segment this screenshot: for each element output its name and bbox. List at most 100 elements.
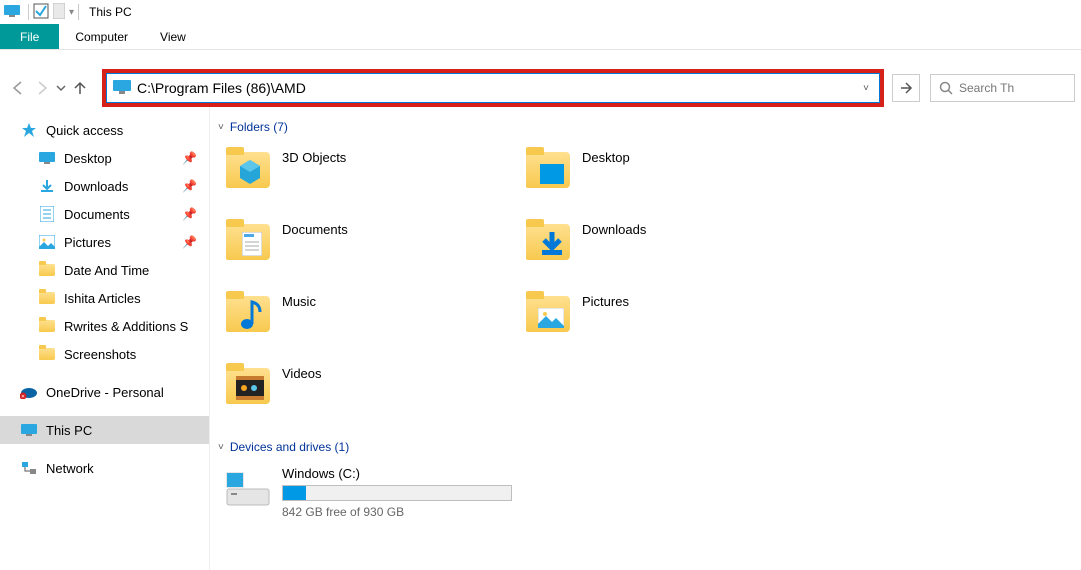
sidebar-item-date-and-time[interactable]: Date And Time: [0, 256, 209, 284]
sidebar-item-label: This PC: [46, 423, 92, 438]
folder-item-pictures[interactable]: Pictures: [518, 286, 818, 358]
content-pane: ˅ Folders (7) 3D Objects Desktop Documen…: [210, 106, 1081, 570]
drive-usage-fill: [283, 486, 306, 500]
sidebar-item-screenshots[interactable]: Screenshots: [0, 340, 209, 368]
address-input[interactable]: [137, 78, 853, 98]
folder-icon: [38, 317, 56, 335]
separator: [78, 4, 79, 20]
sidebar-item-documents[interactable]: Documents 📌: [0, 200, 209, 228]
downloads-folder-icon: [524, 218, 572, 266]
address-bar-highlight: ˅: [102, 69, 884, 107]
sidebar-item-downloads[interactable]: Downloads 📌: [0, 172, 209, 200]
sidebar-item-desktop[interactable]: Desktop 📌: [0, 144, 209, 172]
separator: [28, 4, 29, 20]
pin-icon: 📌: [182, 235, 197, 249]
folder-label: 3D Objects: [282, 146, 346, 165]
group-header-folders[interactable]: ˅ Folders (7): [218, 120, 1073, 134]
pc-icon: [20, 421, 38, 439]
onedrive-icon: ✕: [20, 383, 38, 401]
search-box[interactable]: Search Th: [930, 74, 1075, 102]
drive-icon: [224, 466, 272, 514]
sidebar-item-ishita-articles[interactable]: Ishita Articles: [0, 284, 209, 312]
desktop-folder-icon: [524, 146, 572, 194]
sidebar-item-label: OneDrive - Personal: [46, 385, 164, 400]
folder-icon: [38, 289, 56, 307]
sidebar-item-label: Quick access: [46, 123, 123, 138]
3d-objects-icon: [224, 146, 272, 194]
forward-button[interactable]: [30, 76, 54, 100]
sidebar-item-onedrive[interactable]: ✕ OneDrive - Personal: [0, 378, 209, 406]
main-area: Quick access Desktop 📌 Downloads 📌 Docum…: [0, 106, 1081, 570]
pictures-folder-icon: [524, 290, 572, 338]
group-header-label: Folders (7): [230, 120, 288, 134]
pin-icon: 📌: [182, 179, 197, 193]
group-header-drives[interactable]: ˅ Devices and drives (1): [218, 440, 1073, 454]
folder-label: Downloads: [582, 218, 646, 237]
sidebar-item-pictures[interactable]: Pictures 📌: [0, 228, 209, 256]
folder-item-documents[interactable]: Documents: [218, 214, 518, 286]
qat-checkbox-icon[interactable]: [33, 3, 49, 22]
pin-icon: 📌: [182, 151, 197, 165]
sidebar-item-label: Pictures: [64, 235, 111, 250]
folder-label: Documents: [282, 218, 348, 237]
star-icon: [20, 121, 38, 139]
go-button[interactable]: [892, 74, 920, 102]
folder-item-3d-objects[interactable]: 3D Objects: [218, 142, 518, 214]
chevron-down-icon: ˅: [218, 122, 224, 133]
back-button[interactable]: [6, 76, 30, 100]
titlebar: ▾ This PC: [0, 0, 1081, 24]
folders-grid: 3D Objects Desktop Documents Downloads M…: [218, 142, 1073, 430]
sidebar-item-label: Ishita Articles: [64, 291, 141, 306]
folder-item-downloads[interactable]: Downloads: [518, 214, 818, 286]
window-title: This PC: [89, 5, 132, 19]
desktop-icon: [38, 149, 56, 167]
qat-doc-icon[interactable]: [53, 3, 65, 22]
address-dropdown-icon[interactable]: ˅: [853, 83, 879, 94]
folder-item-music[interactable]: Music: [218, 286, 518, 358]
pc-icon: [113, 80, 131, 97]
sidebar-item-this-pc[interactable]: This PC: [0, 416, 209, 444]
sidebar-item-quick-access[interactable]: Quick access: [0, 116, 209, 144]
group-header-label: Devices and drives (1): [230, 440, 349, 454]
folder-item-videos[interactable]: Videos: [218, 358, 518, 430]
drive-item-windows-c[interactable]: Windows (C:) 842 GB free of 930 GB: [218, 462, 518, 523]
recent-locations-button[interactable]: [54, 76, 68, 100]
sidebar-item-rwrites[interactable]: Rwrites & Additions S: [0, 312, 209, 340]
folder-item-desktop[interactable]: Desktop: [518, 142, 818, 214]
navigation-bar: ˅ Search Th: [0, 70, 1081, 106]
pictures-icon: [38, 233, 56, 251]
svg-text:✕: ✕: [21, 394, 25, 399]
address-bar[interactable]: ˅: [106, 73, 880, 103]
folder-icon: [38, 345, 56, 363]
tab-file[interactable]: File: [0, 24, 59, 49]
drive-info: Windows (C:) 842 GB free of 930 GB: [282, 466, 512, 519]
folder-label: Pictures: [582, 290, 629, 309]
music-folder-icon: [224, 290, 272, 338]
documents-icon: [38, 205, 56, 223]
qat-dropdown-icon[interactable]: ▾: [69, 7, 74, 18]
network-icon: [20, 459, 38, 477]
navigation-pane: Quick access Desktop 📌 Downloads 📌 Docum…: [0, 106, 210, 570]
sidebar-item-label: Screenshots: [64, 347, 136, 362]
downloads-icon: [38, 177, 56, 195]
pc-icon: [4, 5, 20, 20]
sidebar-item-label: Date And Time: [64, 263, 149, 278]
sidebar-item-label: Documents: [64, 207, 130, 222]
folder-label: Videos: [282, 362, 322, 381]
drive-usage-bar: [282, 485, 512, 501]
ribbon-tabs: File Computer View: [0, 24, 1081, 50]
sidebar-item-label: Rwrites & Additions S: [64, 319, 188, 334]
up-button[interactable]: [68, 76, 92, 100]
tab-view[interactable]: View: [144, 24, 202, 49]
drive-name: Windows (C:): [282, 466, 512, 481]
tab-computer[interactable]: Computer: [59, 24, 144, 49]
folder-icon: [38, 261, 56, 279]
documents-folder-icon: [224, 218, 272, 266]
drive-free-text: 842 GB free of 930 GB: [282, 505, 512, 519]
pin-icon: 📌: [182, 207, 197, 221]
search-icon: [939, 81, 953, 95]
search-placeholder: Search Th: [959, 81, 1014, 95]
sidebar-item-network[interactable]: Network: [0, 454, 209, 482]
videos-folder-icon: [224, 362, 272, 410]
folder-label: Music: [282, 290, 316, 309]
